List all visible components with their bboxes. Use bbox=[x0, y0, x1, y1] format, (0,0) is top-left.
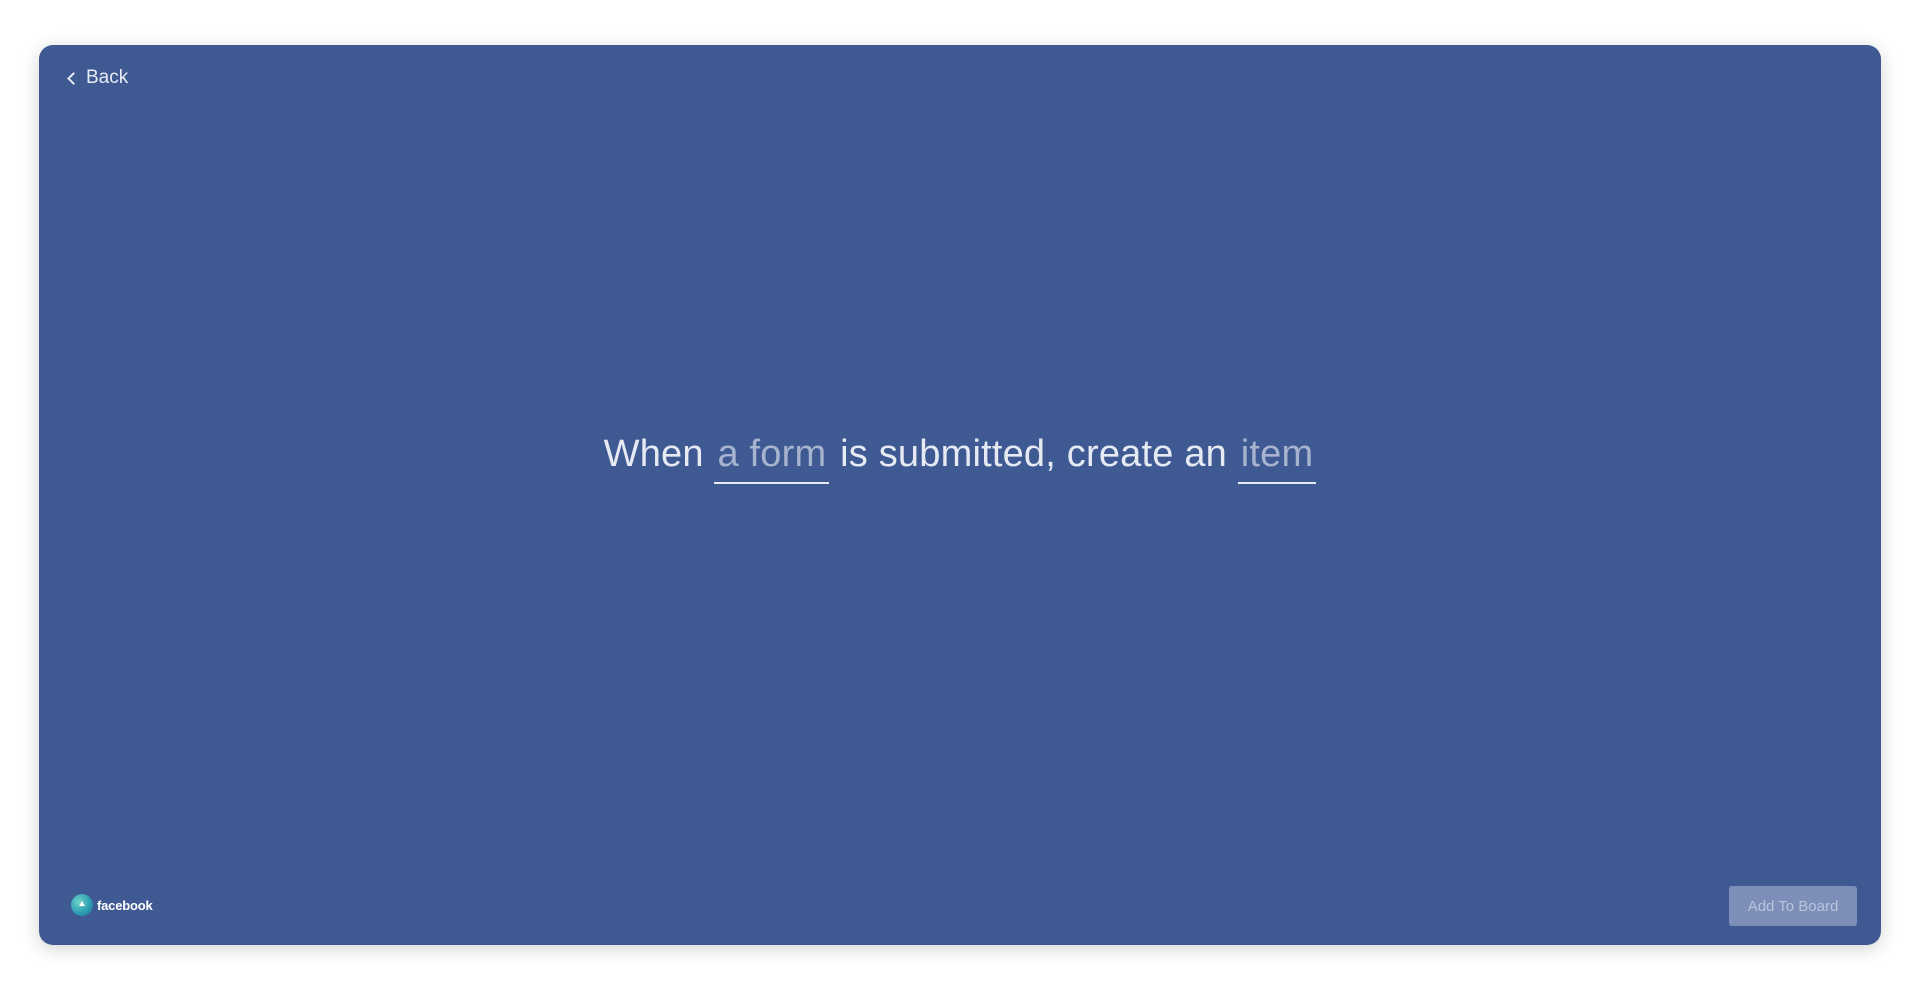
recipe-sentence: When a form is submitted, create an item bbox=[39, 433, 1881, 484]
back-button[interactable]: Back bbox=[67, 63, 129, 93]
recipe-text-part2: is submitted, create an bbox=[829, 433, 1238, 475]
back-label: Back bbox=[86, 67, 129, 88]
recipe-text-part1: When bbox=[603, 433, 715, 475]
facebook-ads-logo-icon bbox=[71, 894, 93, 916]
add-to-board-button[interactable]: Add To Board bbox=[1729, 886, 1857, 926]
logo-text: facebook bbox=[97, 897, 153, 913]
integration-logo: facebook bbox=[71, 894, 153, 916]
action-slot[interactable]: item bbox=[1237, 433, 1317, 484]
chevron-left-icon bbox=[67, 72, 80, 85]
trigger-slot[interactable]: a form bbox=[714, 433, 830, 484]
recipe-modal: Back When a form is submitted, create an… bbox=[39, 45, 1881, 945]
